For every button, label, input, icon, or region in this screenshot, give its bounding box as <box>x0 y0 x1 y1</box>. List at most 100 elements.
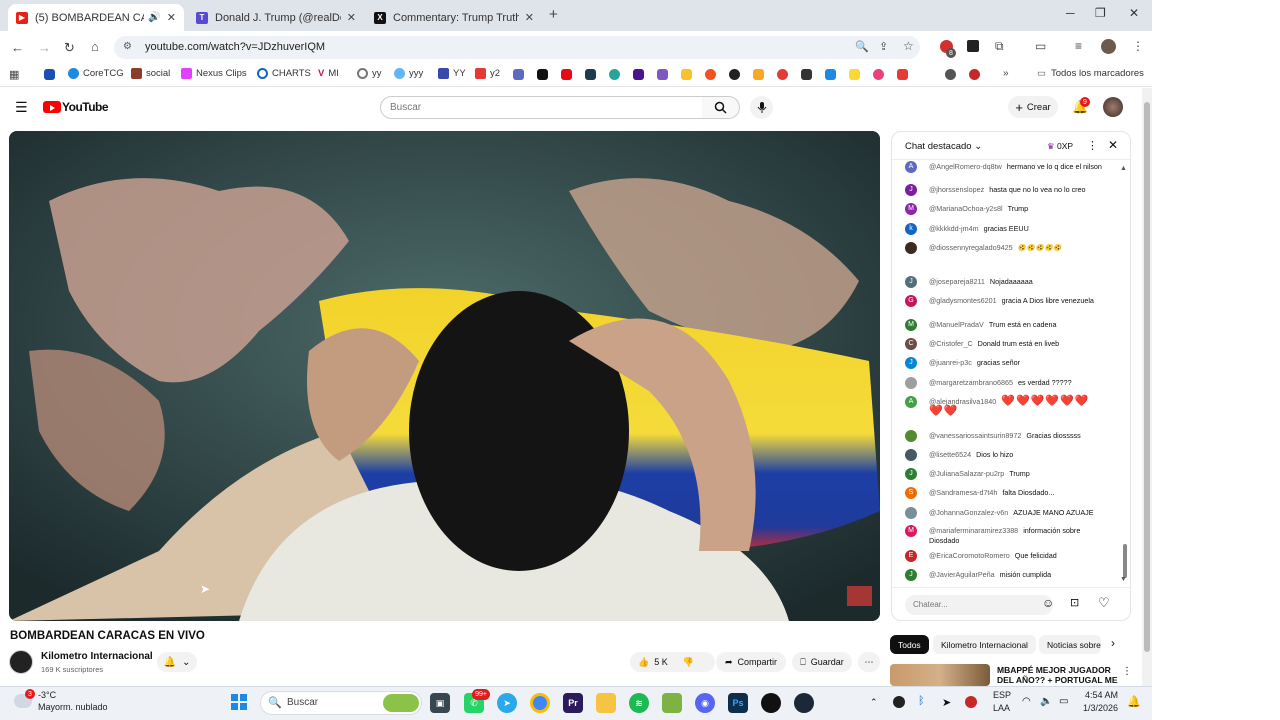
chip-news[interactable]: Noticias sobre <box>1039 635 1101 654</box>
speaker-icon[interactable]: 🔊 <box>148 12 160 23</box>
back-icon[interactable]: ← <box>11 40 24 55</box>
bookmark-icon[interactable] <box>945 69 956 80</box>
bookmark-charts[interactable]: CHARTS <box>257 68 311 79</box>
super-chat-icon[interactable]: ⊡ <box>1070 596 1079 609</box>
like-button[interactable]: 👍 5 K 👎 <box>630 652 715 672</box>
bookmark-icon[interactable] <box>969 69 980 80</box>
apps-grid-icon[interactable]: ▦ <box>9 68 19 81</box>
wifi-icon[interactable]: ◠ <box>1022 696 1031 707</box>
hamburger-menu-icon[interactable]: ☰ <box>15 99 28 116</box>
app-icon[interactable] <box>662 693 682 713</box>
page-scrollbar[interactable] <box>1142 88 1152 686</box>
zoom-icon[interactable]: 🔍 <box>855 40 869 53</box>
tab-bombardean[interactable]: ▶ (5) BOMBARDEAN CARACAS 🔊 ✕ <box>8 4 184 31</box>
bookmark-icon[interactable] <box>585 69 596 80</box>
bookmark-icon[interactable] <box>777 69 788 80</box>
profile-avatar[interactable] <box>1101 39 1116 54</box>
bookmark-yyy[interactable]: yyy <box>394 68 423 79</box>
save-button[interactable]: ⎕ Guardar <box>792 652 852 672</box>
bookmark-nexus-clips[interactable]: Nexus Clips <box>181 68 247 79</box>
youtube-logo-icon[interactable] <box>43 101 61 113</box>
battery-icon[interactable]: ▭ <box>1059 696 1068 707</box>
video-player[interactable] <box>9 131 880 621</box>
windows-start-icon[interactable] <box>231 694 247 715</box>
chevron-up-icon[interactable]: ⌃ <box>870 697 878 708</box>
bookmark-star-icon[interactable]: ☆ <box>903 39 914 53</box>
volume-icon[interactable]: 🔈 <box>1040 696 1052 707</box>
reload-icon[interactable]: ↻ <box>64 40 75 56</box>
tray-app-icon[interactable] <box>965 696 977 708</box>
clock-date[interactable]: 1/3/2026 <box>1083 703 1118 713</box>
channel-name[interactable]: Kilometro Internacional <box>41 651 153 662</box>
bookmark-icon[interactable] <box>537 69 548 80</box>
all-bookmarks[interactable]: ▭ Todos los marcadores <box>1037 68 1144 79</box>
steam-icon[interactable] <box>794 693 814 713</box>
install-app-icon[interactable]: ⇪ <box>879 40 888 53</box>
bookmark-icon[interactable] <box>513 69 524 80</box>
search-input[interactable]: Buscar <box>380 96 703 119</box>
close-tab-icon[interactable]: ✕ <box>347 11 356 24</box>
chat-xp-badge[interactable]: ♛ 0XP <box>1047 141 1073 152</box>
file-explorer-icon[interactable] <box>596 693 616 713</box>
bookmark-icon[interactable] <box>921 69 932 80</box>
tray-app-icon[interactable] <box>893 696 905 708</box>
spotify-icon[interactable]: ≋ <box>629 693 649 713</box>
bookmark-mi[interactable]: V MI <box>318 68 339 79</box>
chip-todos[interactable]: Todos <box>890 635 929 654</box>
discord-icon[interactable]: ◉ <box>695 693 715 713</box>
minimize-icon[interactable]: ─ <box>1066 6 1075 20</box>
bookmark-icon[interactable] <box>609 69 620 80</box>
more-actions-icon[interactable]: ⋯ <box>858 652 880 672</box>
bookmark-social[interactable]: social <box>131 68 170 79</box>
extensions-puzzle-icon[interactable]: ⧉ <box>995 39 1004 54</box>
bookmark-icon[interactable] <box>873 69 884 80</box>
obs-icon[interactable] <box>761 693 781 713</box>
url-text[interactable]: youtube.com/watch?v=JDzhuverIQM <box>145 41 325 53</box>
task-view-icon[interactable]: ▣ <box>430 693 450 713</box>
extension-icon[interactable] <box>967 40 979 52</box>
bookmark-yy[interactable]: yy <box>357 68 382 79</box>
tab-commentary[interactable]: X Commentary: Trump Truth Soci ✕ <box>366 4 542 31</box>
home-icon[interactable]: ⌂ <box>91 39 99 54</box>
tray-telegram-icon[interactable]: ➤ <box>942 696 951 709</box>
premiere-icon[interactable]: Pr <box>563 693 583 713</box>
close-tab-icon[interactable]: ✕ <box>525 11 534 24</box>
chrome-icon[interactable] <box>530 693 550 713</box>
chat-input[interactable]: Chatear... <box>905 595 1053 615</box>
cast-icon[interactable]: ▭ <box>1035 39 1046 53</box>
bookmark-icon[interactable] <box>657 69 668 80</box>
browser-menu-icon[interactable]: ⋮ <box>1132 39 1144 53</box>
paypal-icon[interactable] <box>44 69 55 80</box>
close-tab-icon[interactable]: ✕ <box>167 11 176 24</box>
soccer-icon[interactable] <box>729 69 740 80</box>
share-button[interactable]: ➦ Compartir <box>716 652 786 672</box>
account-avatar[interactable] <box>1103 97 1123 117</box>
chat-menu-icon[interactable]: ⋮ <box>1087 139 1098 152</box>
voice-search-button[interactable] <box>750 96 773 119</box>
netflix-icon[interactable] <box>561 69 572 80</box>
bookmark-y2[interactable]: y2 <box>475 68 500 79</box>
heart-icon[interactable]: ♡ <box>1098 595 1110 611</box>
bookmark-icon[interactable] <box>705 69 716 80</box>
bookmark-yy2[interactable]: YY <box>438 68 466 79</box>
bookmark-icon[interactable] <box>897 69 908 80</box>
emoji-icon[interactable]: ☺ <box>1042 596 1054 610</box>
media-control-icon[interactable]: ≡ <box>1075 39 1082 53</box>
chip-channel[interactable]: Kilometro Internacional <box>933 635 1036 654</box>
more-options-icon[interactable]: ⋮ <box>1122 666 1132 677</box>
input-language[interactable]: ESP <box>993 690 1011 700</box>
bookmark-icon[interactable] <box>849 69 860 80</box>
recommended-thumbnail[interactable] <box>890 664 990 686</box>
telegram-icon[interactable]: ➤ <box>497 693 517 713</box>
notifications-icon[interactable]: 🔔 <box>1127 695 1141 708</box>
bookmark-icon[interactable] <box>633 69 644 80</box>
recommended-title[interactable]: MBAPPÉ MEJOR JUGADOR DEL AÑO?? + PORTUGA… <box>997 665 1119 687</box>
new-tab-button[interactable]: + <box>549 6 558 23</box>
more-bookmarks-icon[interactable]: » <box>1003 68 1009 79</box>
bookmark-icon[interactable] <box>825 69 836 80</box>
subscription-bell-button[interactable]: 🔔 ⌄ <box>157 652 197 672</box>
bookmark-icon[interactable] <box>681 69 692 80</box>
create-button[interactable]: + Crear <box>1008 96 1058 118</box>
search-button[interactable] <box>702 96 740 119</box>
bookmark-icon[interactable] <box>753 69 764 80</box>
